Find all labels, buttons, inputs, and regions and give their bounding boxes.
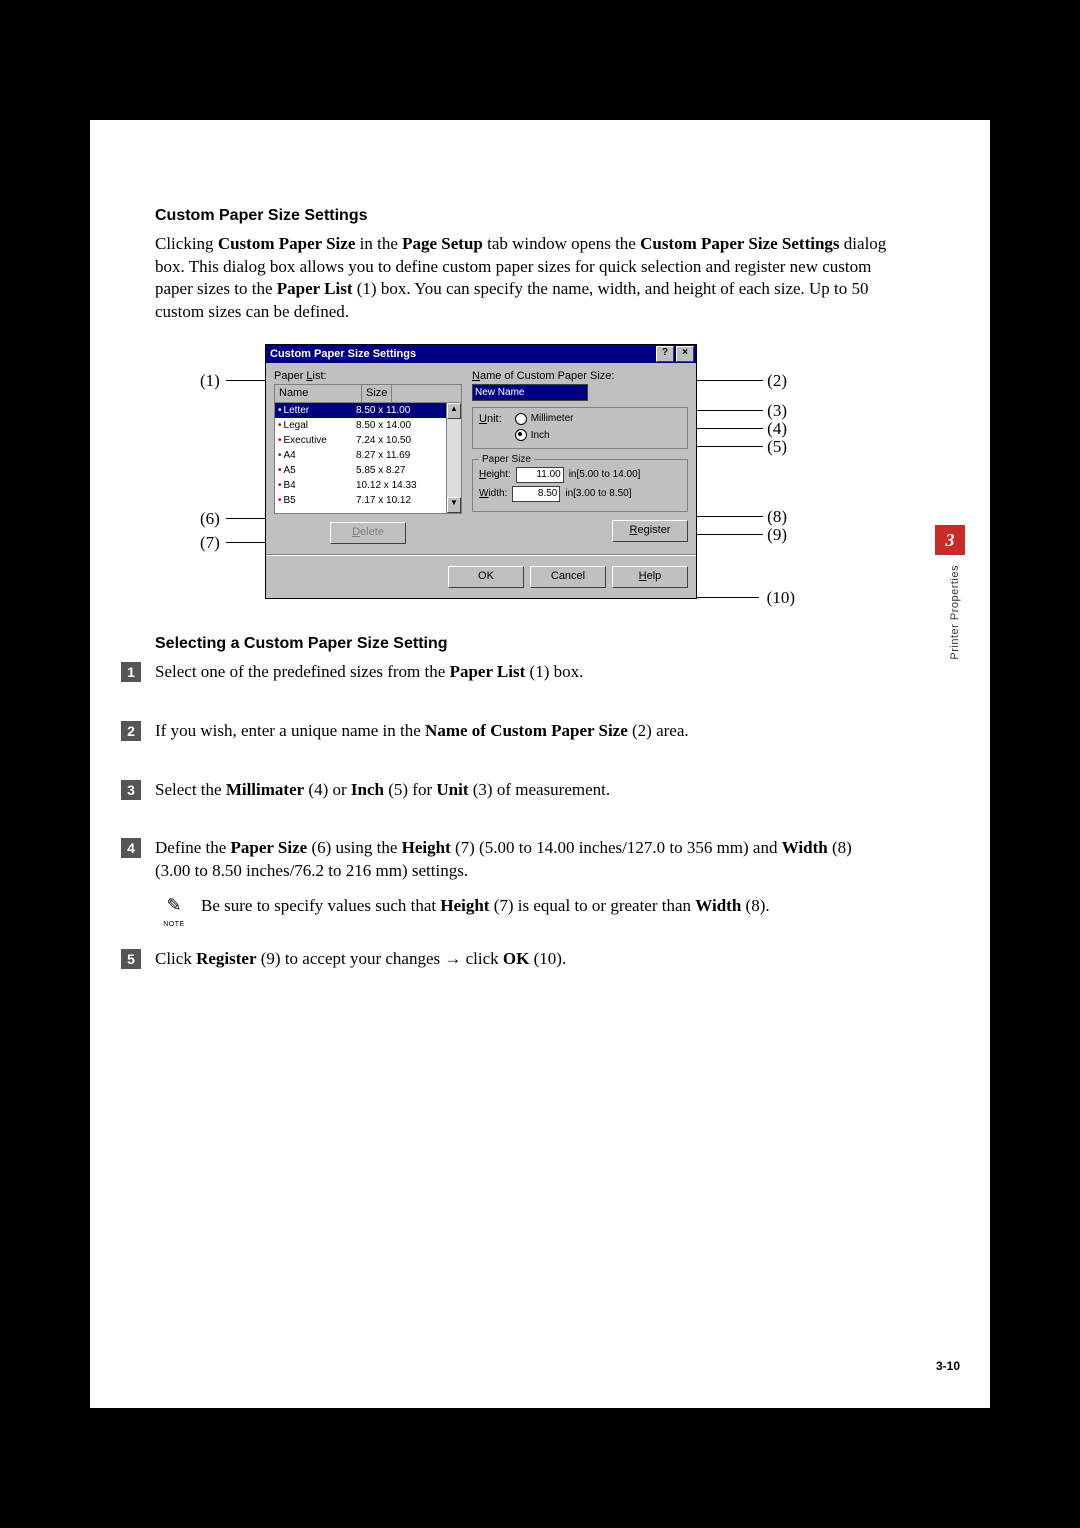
paper-list-header: Name Size xyxy=(274,384,462,402)
paper-list-row[interactable]: •Executive 7.24 x 10.50 xyxy=(275,433,447,448)
intro-paragraph: Clicking Custom Paper Size in the Page S… xyxy=(155,233,890,325)
name-input[interactable]: New Name xyxy=(472,384,588,401)
callout-9: (9) xyxy=(767,526,787,543)
callout-6: (6) xyxy=(200,510,220,527)
note-text: Be sure to specify values such that Heig… xyxy=(201,895,770,918)
step-badge: 3 xyxy=(121,780,141,800)
width-label: Width: xyxy=(479,487,507,501)
content: Custom Paper Size Settings Clicking Cust… xyxy=(155,205,890,971)
dialog-titlebar[interactable]: Custom Paper Size Settings ? × xyxy=(266,345,696,363)
paper-list-row[interactable]: •Letter 8.50 x 11.00 xyxy=(275,403,447,418)
step-badge: 2 xyxy=(121,721,141,741)
col-name: Name xyxy=(275,385,362,402)
unit-mm-radio[interactable]: Millimeter xyxy=(515,412,574,426)
step-badge: 5 xyxy=(121,949,141,969)
help-button[interactable]: Help xyxy=(612,566,688,588)
callout-4: (4) xyxy=(767,420,787,437)
dialog-title: Custom Paper Size Settings xyxy=(270,347,416,362)
height-range: in[5.00 to 14.00] xyxy=(569,468,641,482)
step-badge: 1 xyxy=(121,662,141,682)
help-window-button[interactable]: ? xyxy=(656,346,674,362)
callout-8: (8) xyxy=(767,508,787,525)
note: ✎ NOTE Be sure to specify values such th… xyxy=(161,895,890,929)
step-badge: 4 xyxy=(121,838,141,858)
paper-list-row[interactable]: •A4 8.27 x 11.69 xyxy=(275,448,447,463)
register-button[interactable]: Register xyxy=(612,520,688,542)
paper-list[interactable]: •Letter 8.50 x 11.00 •Legal 8.50 x 14.00… xyxy=(274,402,462,514)
paper-list-row[interactable]: •Legal 8.50 x 14.00 xyxy=(275,418,447,433)
chapter-tab: 3 xyxy=(935,525,965,555)
callout-5: (5) xyxy=(767,438,787,455)
step-4: Define the Paper Size (6) using the Heig… xyxy=(155,837,890,883)
scroll-track[interactable] xyxy=(447,419,461,497)
paper-list-row[interactable]: •B4 10.12 x 14.33 xyxy=(275,478,447,493)
paper-list-row[interactable]: •B5 7.17 x 10.12 xyxy=(275,493,447,508)
step-5: Click Register (9) to accept your change… xyxy=(155,948,890,971)
scrollbar[interactable]: ▲ ▼ xyxy=(446,403,461,513)
width-range: in[3.00 to 8.50] xyxy=(565,487,631,501)
col-size: Size xyxy=(362,385,392,402)
custom-paper-size-dialog: Custom Paper Size Settings ? × Paper Lis… xyxy=(265,344,697,599)
page-number: 3-10 xyxy=(936,1359,960,1373)
paper-list-row[interactable]: •A5 5.85 x 8.27 xyxy=(275,463,447,478)
unit-label: Unit: xyxy=(479,412,502,427)
leader-line xyxy=(695,516,763,517)
ok-button[interactable]: OK xyxy=(448,566,524,588)
heading-custom-paper-size: Custom Paper Size Settings xyxy=(155,205,890,227)
height-label: Height: xyxy=(479,468,511,482)
callout-7: (7) xyxy=(200,534,220,551)
papersize-legend: Paper Size xyxy=(479,453,534,467)
callout-2: (2) xyxy=(767,372,787,389)
scroll-up-button[interactable]: ▲ xyxy=(447,403,461,419)
step-3: Select the Millimater (4) or Inch (5) fo… xyxy=(155,779,890,802)
page: 3 Printer Properties 3-10 Custom Paper S… xyxy=(90,120,990,1408)
step-2: If you wish, enter a unique name in the … xyxy=(155,720,890,743)
unit-in-radio[interactable]: Inch xyxy=(515,429,574,443)
heading-selecting: Selecting a Custom Paper Size Setting xyxy=(155,633,890,655)
leader-line xyxy=(693,380,763,381)
scroll-down-button[interactable]: ▼ xyxy=(447,497,461,513)
delete-button[interactable]: Delete xyxy=(330,522,406,544)
chapter-label: Printer Properties xyxy=(948,565,962,660)
callout-10: (10) xyxy=(767,589,795,606)
step-1: Select one of the predefined sizes from … xyxy=(155,661,890,684)
dialog-figure: (1) (6) (7) (2) (3) (4) (5) (8) (9) xyxy=(200,344,805,599)
close-window-button[interactable]: × xyxy=(676,346,694,362)
separator xyxy=(266,554,696,556)
name-label: Name of Custom Paper Size: xyxy=(472,369,614,384)
callout-3: (3) xyxy=(767,402,787,419)
width-input[interactable]: 8.50 xyxy=(512,486,560,502)
leader-line xyxy=(226,518,266,519)
note-icon: ✎ NOTE xyxy=(161,895,187,929)
leader-line xyxy=(695,534,763,535)
callout-1: (1) xyxy=(200,372,220,389)
paper-list-label: Paper List: xyxy=(274,369,327,384)
height-input[interactable]: 11.00 xyxy=(516,467,564,483)
cancel-button[interactable]: Cancel xyxy=(530,566,606,588)
